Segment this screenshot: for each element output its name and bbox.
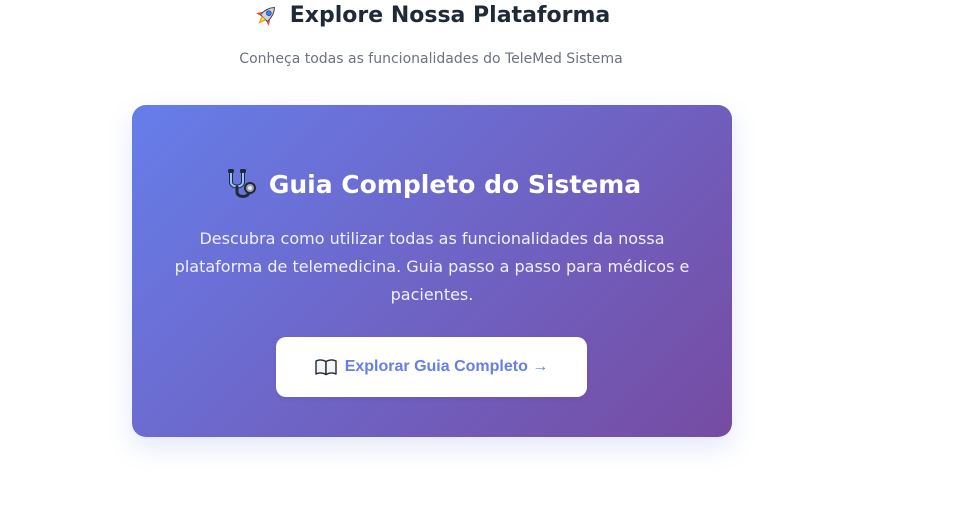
explore-guide-button-label: Explorar Guia Completo →	[344, 358, 549, 375]
page: Explore Nossa Plataforma Conheça todas a…	[0, 0, 962, 506]
explore-guide-button[interactable]: Explorar Guia Completo →	[276, 337, 587, 397]
stethoscope-icon	[223, 167, 259, 203]
card-title-text: Guia Completo do Sistema	[268, 170, 642, 199]
card-title: Guia Completo do Sistema	[132, 167, 732, 203]
open-book-icon	[315, 358, 337, 376]
section-title: Explore Nossa Plataforma	[0, 0, 862, 31]
section-title-text: Explore Nossa Plataforma	[289, 3, 611, 28]
card-description: Descubra como utilizar todas as funciona…	[174, 229, 690, 304]
rocket-icon	[252, 2, 280, 30]
guide-card: Guia Completo do Sistema Descubra como u…	[132, 105, 732, 437]
section-subtitle: Conheça todas as funcionalidades do Tele…	[239, 51, 623, 67]
section-header: Explore Nossa Plataforma Conheça todas a…	[0, 0, 862, 67]
